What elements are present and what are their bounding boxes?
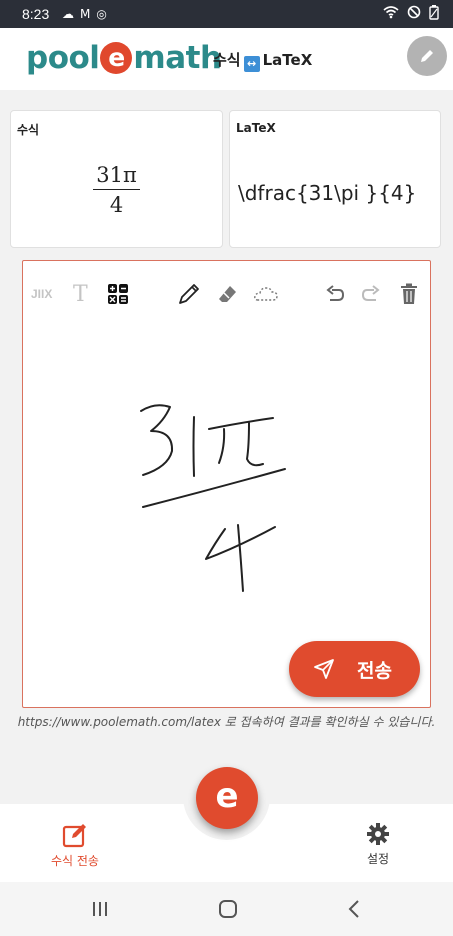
dnd-icon <box>407 5 421 24</box>
handwritten-digit-4-stem <box>237 524 244 592</box>
recent-apps-button[interactable] <box>88 896 112 922</box>
logo-math: math <box>133 40 222 76</box>
recent-apps-icon <box>93 902 107 916</box>
system-navigation-bar <box>0 882 453 936</box>
send-icon <box>314 659 334 679</box>
nav-send-label: 수식 전송 <box>51 854 99 868</box>
pencil-icon <box>421 50 433 62</box>
notification-icons: ☁ M ◎ <box>62 7 107 21</box>
send-button[interactable]: 전송 <box>289 641 420 697</box>
home-button[interactable] <box>216 896 240 922</box>
latex-card[interactable]: LaTeX \dfrac{31\pi }{4} <box>229 110 441 248</box>
back-button[interactable] <box>342 896 366 922</box>
swap-arrow-icon: ↔ <box>243 56 260 72</box>
status-time: 8:23 <box>22 6 50 22</box>
handwriting-canvas[interactable]: JIIX T 전송 <box>22 260 431 708</box>
center-logo-fab[interactable]: e <box>196 767 258 829</box>
sync-icon: ◎ <box>96 7 107 21</box>
edit-square-icon <box>62 824 86 848</box>
system-icons <box>383 5 439 24</box>
mail-icon: M <box>80 7 91 21</box>
page-title: 수식 ↔ LaTeX <box>213 49 312 72</box>
handwritten-digit-3 <box>140 404 174 476</box>
latex-output: \dfrac{31\pi }{4} <box>238 181 417 205</box>
handwritten-pi-leg-right <box>246 422 264 467</box>
fraction-numerator: 31π <box>93 163 140 190</box>
cloud-icon: ☁ <box>62 7 74 21</box>
rendered-fraction: 31π 4 <box>11 163 222 217</box>
handwritten-digit-1 <box>192 416 195 477</box>
fraction-denominator: 4 <box>109 193 124 217</box>
logo-pool: pool <box>26 40 100 76</box>
result-hint: https://www.poolemath.com/latex 로 접속하여 결… <box>17 715 436 729</box>
handwritten-fraction-bar <box>142 468 286 508</box>
send-button-label: 전송 <box>357 659 392 682</box>
title-formula: 수식 <box>213 51 241 69</box>
battery-icon <box>429 5 439 24</box>
handwritten-pi <box>208 417 274 430</box>
title-latex: LaTeX <box>262 51 313 69</box>
handwritten-pi-leg-left <box>218 428 226 464</box>
app-header: pool e math 수식 ↔ LaTeX <box>0 28 453 90</box>
logo-e: e <box>100 42 133 74</box>
formula-card[interactable]: 수식 31π 4 <box>10 110 223 248</box>
status-bar: 8:23 ☁ M ◎ <box>0 0 453 28</box>
nav-settings-label: 설정 <box>366 852 390 866</box>
formula-card-label: 수식 <box>17 123 40 137</box>
wifi-icon <box>383 5 399 24</box>
nav-settings[interactable]: 설정 <box>343 822 413 867</box>
nav-send-formula[interactable]: 수식 전송 <box>40 822 110 869</box>
home-icon <box>219 900 237 918</box>
poolemath-logo: pool e math <box>26 40 222 76</box>
back-chevron-icon <box>348 900 359 918</box>
latex-card-label: LaTeX <box>236 121 276 135</box>
edit-fab-button[interactable] <box>407 36 447 76</box>
gear-icon <box>367 823 389 845</box>
